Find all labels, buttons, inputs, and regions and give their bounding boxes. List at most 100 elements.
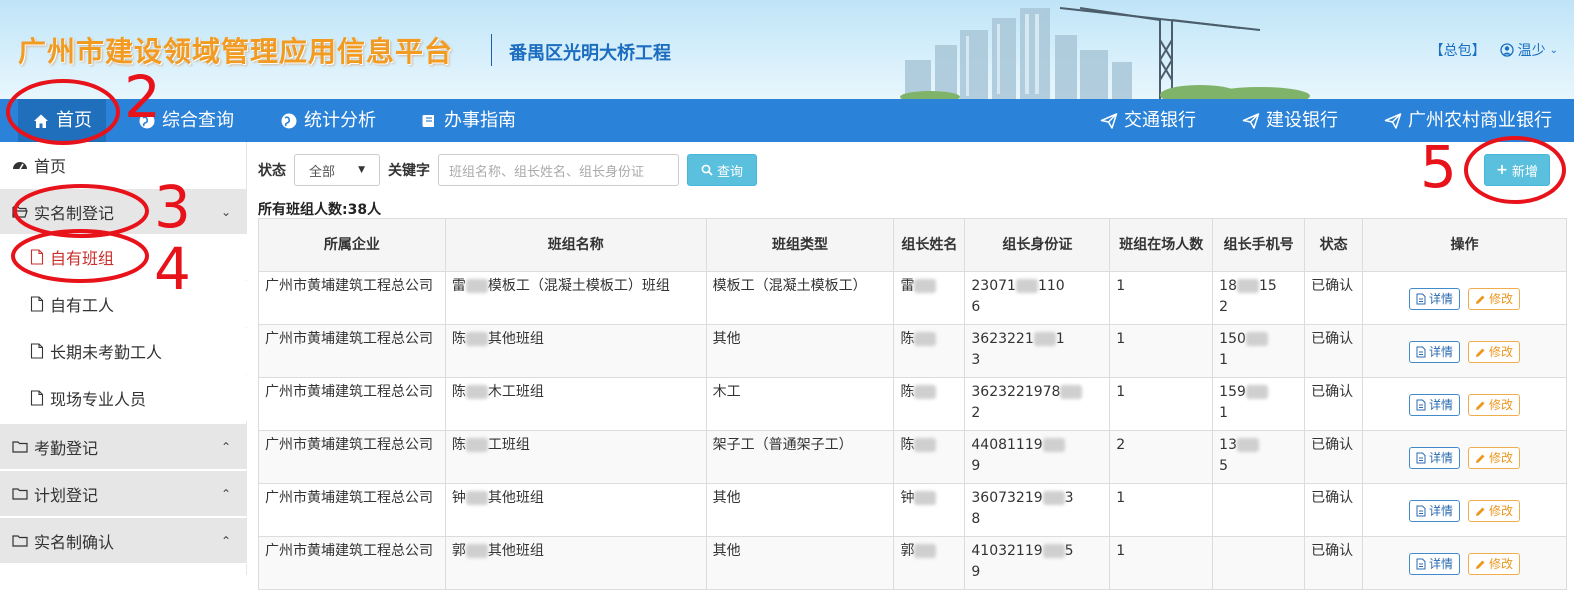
file-icon bbox=[30, 343, 44, 359]
file-icon bbox=[30, 249, 44, 265]
detail-button[interactable]: 详情 bbox=[1409, 553, 1461, 575]
title-divider bbox=[491, 34, 492, 66]
edit-button[interactable]: 修改 bbox=[1468, 394, 1521, 416]
detail-button[interactable]: 详情 bbox=[1409, 341, 1461, 363]
send-icon bbox=[1384, 112, 1402, 129]
sidebar-item-site-staff[interactable]: 现场专业人员 bbox=[0, 375, 247, 421]
redacted-mask bbox=[465, 332, 488, 346]
cell-actions: 详情 修改 bbox=[1362, 430, 1567, 484]
query-button[interactable]: 查询 bbox=[687, 154, 757, 186]
sidebar-item-long-absent[interactable]: 长期未考勤工人 bbox=[0, 328, 247, 374]
cell-onsite-count: 1 bbox=[1109, 483, 1214, 537]
package-link[interactable]: 【总包】 bbox=[1430, 40, 1486, 60]
sidebar-item-label: 首页 bbox=[34, 157, 67, 176]
nav-bank-grcb[interactable]: 广州农村商业银行 bbox=[1384, 99, 1552, 142]
sidebar-item-own-team[interactable]: 自有班组 bbox=[0, 234, 247, 280]
cell-leader-name: 雷 bbox=[893, 271, 966, 325]
filter-bar: 状态 全部 ▼ 关键字 班组名称、组长姓名、组长身份证 查询 bbox=[258, 154, 757, 186]
redacted-mask bbox=[1033, 332, 1056, 346]
sidebar-group-realname-confirm[interactable]: 实名制确认 ⌃ bbox=[0, 518, 247, 564]
cell-team-type: 其他 bbox=[705, 483, 895, 537]
cell-team-type: 其他 bbox=[705, 324, 895, 378]
user-menu[interactable]: 温少 ⌄ bbox=[1499, 40, 1558, 60]
redacted-mask bbox=[1060, 385, 1083, 399]
cell-onsite-count: 1 bbox=[1109, 324, 1214, 378]
status-select[interactable]: 全部 ▼ bbox=[294, 154, 380, 186]
cell-leader-id: 3623221978 2 bbox=[964, 377, 1111, 431]
cell-leader-phone bbox=[1212, 483, 1306, 537]
col-header: 组长手机号 bbox=[1212, 218, 1306, 272]
edit-button[interactable]: 修改 bbox=[1468, 288, 1521, 310]
nav-guide[interactable]: 办事指南 bbox=[420, 99, 516, 142]
nav-home[interactable]: 首页 bbox=[18, 99, 106, 142]
edit-button[interactable]: 修改 bbox=[1468, 553, 1521, 575]
cell-status: 已确认 bbox=[1304, 324, 1364, 378]
col-header: 班组在场人数 bbox=[1109, 218, 1214, 272]
detail-button[interactable]: 详情 bbox=[1409, 447, 1461, 469]
user-name: 温少 bbox=[1517, 43, 1546, 59]
chevron-down-icon: ⌄ bbox=[1549, 44, 1558, 56]
add-button[interactable]: + 新增 bbox=[1484, 154, 1550, 186]
folder-icon bbox=[12, 534, 28, 547]
annotation-number: 3 bbox=[154, 173, 191, 241]
file-icon bbox=[30, 390, 44, 406]
cell-company: 广州市黄埔建筑工程总公司 bbox=[258, 271, 446, 325]
cell-leader-name: 钟 bbox=[893, 483, 966, 537]
cell-leader-phone: 18 15 2 bbox=[1212, 271, 1306, 325]
sidebar-item-label: 自有工人 bbox=[50, 296, 115, 315]
cell-team-name: 雷模板工（混凝土模板工）班组 bbox=[444, 271, 707, 325]
cell-leader-name: 郭 bbox=[893, 536, 966, 590]
redacted-mask bbox=[465, 544, 488, 558]
cell-actions: 详情 修改 bbox=[1362, 271, 1567, 325]
cell-team-type: 木工 bbox=[705, 377, 895, 431]
detail-button[interactable]: 详情 bbox=[1409, 500, 1461, 522]
cell-leader-name: 陈 bbox=[893, 430, 966, 484]
edit-button[interactable]: 修改 bbox=[1468, 500, 1521, 522]
sidebar-group-realname[interactable]: 实名制登记 ⌄ bbox=[0, 189, 247, 235]
edit-button[interactable]: 修改 bbox=[1468, 341, 1521, 363]
user-icon bbox=[1499, 43, 1514, 57]
project-name: 番禺区光明大桥工程 bbox=[509, 43, 671, 64]
cell-onsite-count: 2 bbox=[1109, 430, 1214, 484]
chevron-up-icon: ⌃ bbox=[220, 439, 231, 454]
pencil-icon bbox=[1476, 401, 1485, 410]
detail-button[interactable]: 详情 bbox=[1409, 288, 1461, 310]
table-row: 广州市黄埔建筑工程总公司陈工班组 架子工（普通架子工）陈 44081119 9 2 13 5… bbox=[258, 430, 1567, 484]
chevron-down-icon: ⌄ bbox=[220, 204, 231, 219]
pencil-icon bbox=[1476, 348, 1485, 357]
caret-down-icon: ▼ bbox=[358, 165, 365, 175]
cell-actions: 详情 修改 bbox=[1362, 324, 1567, 378]
cell-actions: 详情 修改 bbox=[1362, 377, 1567, 431]
redacted-mask bbox=[1042, 438, 1065, 452]
sidebar-group-attendance[interactable]: 考勤登记 ⌃ bbox=[0, 424, 247, 470]
cell-company: 广州市黄埔建筑工程总公司 bbox=[258, 377, 446, 431]
table-row: 广州市黄埔建筑工程总公司郭其他班组 其他郭 41032119 5 9 1 已确认 详情 修改 bbox=[258, 536, 1567, 590]
header-banner: 广州市建设领域管理应用信息平台 番禺区光明大桥工程 【总包】 温少 ⌄ bbox=[0, 0, 1574, 99]
detail-button[interactable]: 详情 bbox=[1409, 394, 1461, 416]
cell-status: 已确认 bbox=[1304, 377, 1364, 431]
cell-company: 广州市黄埔建筑工程总公司 bbox=[258, 483, 446, 537]
keyword-label: 关键字 bbox=[388, 163, 430, 179]
keyword-input[interactable]: 班组名称、组长姓名、组长身份证 bbox=[438, 154, 679, 186]
home-icon bbox=[34, 114, 48, 128]
sidebar-item-own-worker[interactable]: 自有工人 bbox=[0, 281, 247, 327]
redacted-mask bbox=[914, 438, 937, 452]
pencil-icon bbox=[1476, 507, 1485, 516]
document-icon bbox=[1416, 293, 1426, 305]
platform-title: 广州市建设领域管理应用信息平台 bbox=[18, 35, 454, 68]
table-row: 广州市黄埔建筑工程总公司钟其他班组 其他钟 36073219 3 8 1 已确认 详情 修改 bbox=[258, 483, 1567, 537]
edit-button[interactable]: 修改 bbox=[1468, 447, 1521, 469]
cell-company: 广州市黄埔建筑工程总公司 bbox=[258, 536, 446, 590]
cell-status: 已确认 bbox=[1304, 430, 1364, 484]
document-icon bbox=[1416, 505, 1426, 517]
sidebar-group-plan[interactable]: 计划登记 ⌃ bbox=[0, 471, 247, 517]
nav-bank-ccb[interactable]: 建设银行 bbox=[1242, 99, 1338, 142]
main-content: 状态 全部 ▼ 关键字 班组名称、组长姓名、组长身份证 查询 + 新增 所有班组… bbox=[258, 142, 1574, 590]
nav-bank-comm[interactable]: 交通银行 bbox=[1100, 99, 1196, 142]
cell-leader-phone bbox=[1212, 536, 1306, 590]
col-header: 所属企业 bbox=[258, 218, 446, 272]
nav-stats[interactable]: 统计分析 bbox=[280, 99, 376, 142]
table-row: 广州市黄埔建筑工程总公司陈木工班组 木工陈 3623221978 2 1 159 1 已确认详… bbox=[258, 377, 1567, 431]
sidebar-item-home[interactable]: 首页 bbox=[0, 142, 247, 188]
redacted-mask bbox=[914, 332, 937, 346]
